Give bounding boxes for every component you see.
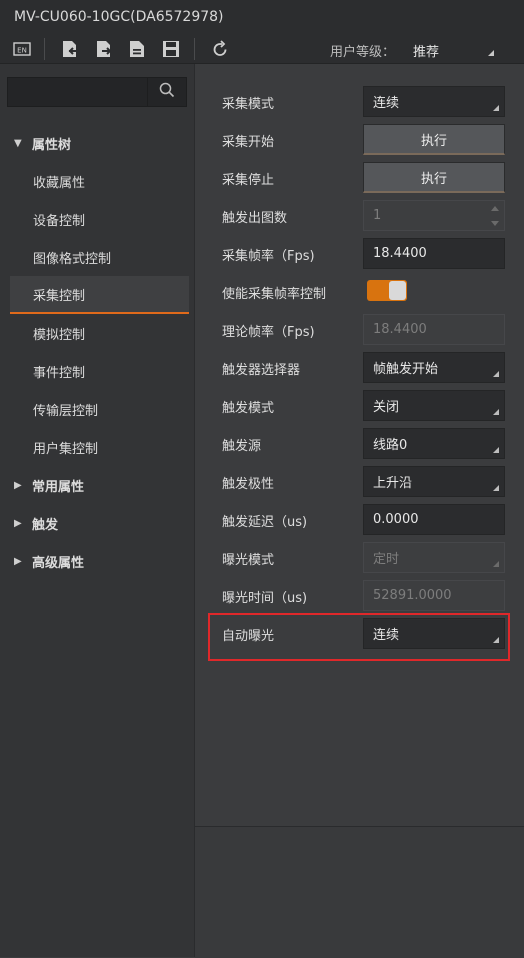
search-box — [7, 77, 187, 107]
prop-label-trigger-frame-count: 触发出图数 — [222, 210, 288, 226]
tree-item-label: 收藏属性 — [33, 175, 86, 191]
spinbox-value: 1 — [373, 208, 382, 223]
tree-node-label: 属性树 — [32, 137, 72, 153]
tree-item-label: 事件控制 — [33, 365, 86, 381]
document-icon[interactable] — [127, 39, 147, 59]
prop-label-trigger-delay: 触发延迟（us) — [222, 514, 308, 530]
tree-item-transport-layer[interactable]: 传输层控制 — [0, 390, 190, 428]
tree-item-label: 传输层控制 — [33, 403, 99, 419]
tree-node-common[interactable]: ▶ 常用属性 — [0, 466, 190, 504]
trigger-source-select[interactable]: 线路0 — [363, 428, 505, 459]
trigger-selector-select[interactable]: 帧触发开始 — [363, 352, 505, 383]
prop-label-acquisition-stop: 采集停止 — [222, 172, 275, 188]
exposure-time-field: 52891.0000 — [363, 580, 505, 611]
acquisition-mode-select[interactable]: 连续 — [363, 86, 505, 117]
tree-item-acquisition-control[interactable]: 采集控制 — [10, 276, 189, 314]
user-level-select[interactable]: 推荐 — [413, 41, 439, 60]
chevron-right-icon: ▶ — [14, 479, 22, 491]
prop-label-trigger-mode: 触发模式 — [222, 400, 275, 416]
trigger-frame-count-spinbox: 1 — [363, 200, 505, 231]
frame-rate-enable-toggle[interactable] — [367, 280, 407, 301]
toggle-knob — [389, 281, 406, 300]
tree-item-event-control[interactable]: 事件控制 — [0, 352, 190, 390]
prop-label-frame-rate-enable: 使能采集帧率控制 — [222, 286, 327, 302]
prop-label-acquisition-mode: 采集模式 — [222, 96, 275, 112]
chevron-down-icon[interactable] — [488, 50, 494, 56]
chevron-right-icon: ▶ — [14, 555, 22, 567]
tree-item-device-control[interactable]: 设备控制 — [0, 200, 190, 238]
tree-item-image-format[interactable]: 图像格式控制 — [0, 238, 190, 276]
import-icon[interactable] — [60, 39, 80, 59]
tree-node-trigger[interactable]: ▶ 触发 — [0, 504, 190, 542]
property-tree-panel: ▼ 属性树 收藏属性 设备控制 图像格式控制 采集控制 模拟控制 事件控制 传输… — [0, 64, 195, 957]
trigger-mode-select[interactable]: 关闭 — [363, 390, 505, 421]
exposure-mode-select: 定时 — [363, 542, 505, 573]
tree-node-label: 触发 — [32, 517, 59, 533]
chevron-right-icon: ▶ — [14, 517, 22, 529]
property-description-area — [195, 826, 524, 958]
tree-item-label: 设备控制 — [33, 213, 86, 229]
frame-rate-input[interactable]: 18.4400 — [363, 238, 505, 269]
search-input[interactable] — [8, 78, 148, 106]
tree-item-analog-control[interactable]: 模拟控制 — [0, 314, 190, 352]
tree-node-property-tree[interactable]: ▼ 属性树 — [0, 124, 190, 162]
tree-item-label: 图像格式控制 — [33, 251, 112, 267]
tree-item-user-set[interactable]: 用户集控制 — [0, 428, 190, 466]
theoretical-frame-rate-field: 18.4400 — [363, 314, 505, 345]
tree-item-label: 用户集控制 — [33, 441, 99, 457]
prop-label-frame-rate: 采集帧率（Fps) — [222, 248, 315, 264]
trigger-polarity-select[interactable]: 上升沿 — [363, 466, 505, 497]
prop-label-trigger-polarity: 触发极性 — [222, 476, 275, 492]
acquisition-start-button[interactable]: 执行 — [363, 124, 505, 155]
toolbar-separator — [194, 38, 195, 60]
tree-node-advanced[interactable]: ▶ 高级属性 — [0, 542, 190, 580]
export-icon[interactable] — [94, 39, 114, 59]
trigger-delay-input[interactable]: 0.0000 — [363, 504, 505, 535]
toolbar-separator — [44, 38, 45, 60]
chevron-down-icon: ▼ — [14, 137, 22, 149]
window-title-bar: MV-CU060-10GC(DA6572978) — [0, 0, 524, 34]
prop-label-exposure-mode: 曝光模式 — [222, 552, 275, 568]
prop-label-trigger-selector: 触发器选择器 — [222, 362, 301, 378]
search-button[interactable] — [147, 78, 186, 106]
svg-text:EN: EN — [17, 47, 27, 55]
refresh-icon[interactable] — [210, 39, 230, 59]
toolbar: EN 用户等级： 推荐 — [0, 34, 524, 64]
user-level-label: 用户等级： — [330, 45, 396, 60]
highlight-box — [208, 613, 510, 661]
window-title: MV-CU060-10GC(DA6572978) — [14, 9, 224, 25]
acquisition-stop-button[interactable]: 执行 — [363, 162, 505, 193]
prop-label-trigger-source: 触发源 — [222, 438, 262, 454]
prop-label-acquisition-start: 采集开始 — [222, 134, 275, 150]
search-icon — [159, 82, 175, 102]
prop-label-theoretical-frame-rate: 理论帧率（Fps) — [222, 324, 315, 340]
tree-node-label: 常用属性 — [32, 479, 85, 495]
en-language-icon[interactable]: EN — [12, 39, 32, 59]
save-icon[interactable] — [161, 39, 181, 59]
tree-node-label: 高级属性 — [32, 555, 85, 571]
tree-item-label: 采集控制 — [33, 288, 86, 304]
spin-arrows-icon — [490, 204, 500, 228]
tree-item-label: 模拟控制 — [33, 327, 86, 343]
prop-label-exposure-time: 曝光时间（us) — [222, 590, 308, 606]
tree-item-favorites[interactable]: 收藏属性 — [0, 162, 190, 200]
